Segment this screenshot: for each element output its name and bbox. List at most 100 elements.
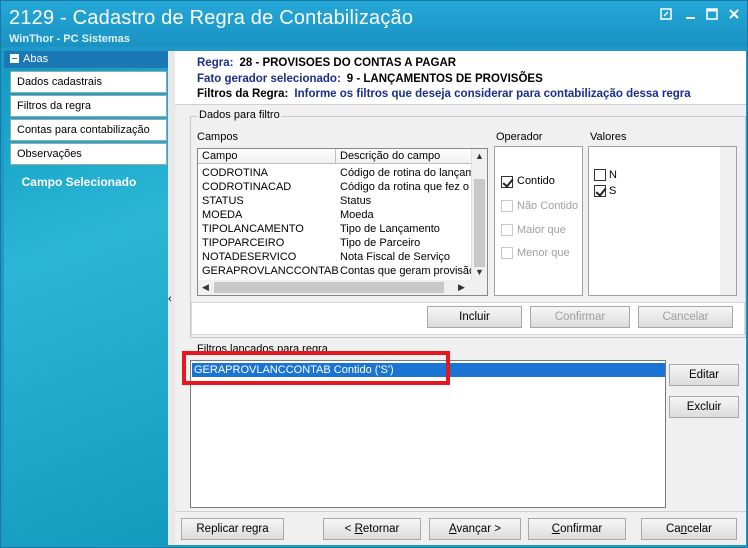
- column-header-descricao[interactable]: Descrição do campo: [336, 149, 473, 164]
- table-row[interactable]: TIPOLANCAMENTO Tipo de Lançamento: [198, 222, 472, 236]
- operator-checkbox-nao-contido[interactable]: [501, 200, 513, 212]
- minimize-icon[interactable]: [681, 7, 699, 23]
- tab-observacoes[interactable]: Observações: [10, 143, 167, 165]
- application-window: 2129 - Cadastro de Regra de Contabilizaç…: [0, 0, 748, 548]
- operator-label: Menor que: [517, 247, 570, 259]
- replicar-regra-button[interactable]: Replicar regra: [181, 518, 284, 540]
- restore-icon[interactable]: [657, 7, 675, 23]
- collapse-box-icon: [10, 54, 19, 63]
- operator-checkbox-contido[interactable]: [501, 176, 513, 188]
- highlight-annotation: [182, 351, 450, 385]
- avancar-suffix: vançar >: [456, 523, 501, 535]
- cancelar-suffix: celar: [687, 523, 713, 535]
- cell-descricao: Moeda: [340, 209, 374, 221]
- operator-checkbox-maior-que[interactable]: [501, 224, 513, 236]
- close-icon[interactable]: [725, 7, 743, 23]
- table-row[interactable]: TIPOPARCEIRO Tipo de Parceiro: [198, 236, 472, 250]
- scroll-thumb[interactable]: [474, 179, 485, 267]
- cell-campo: NOTADESERVICO: [202, 251, 297, 263]
- filtros-value: Informe os filtros que deseja considerar…: [294, 88, 691, 100]
- cell-campo: CODROTINA: [202, 167, 268, 179]
- value-label: S: [609, 185, 617, 197]
- regra-label: Regra:: [197, 57, 234, 69]
- operador-label: Operador: [496, 131, 543, 143]
- cell-descricao: Código da rotina que fez o: [340, 181, 470, 193]
- retornar-prefix: <: [344, 523, 355, 535]
- operator-label: Contido: [517, 175, 555, 187]
- table-row[interactable]: MOEDA Moeda: [198, 208, 472, 222]
- horizontal-scrollbar[interactable]: ◀ ▶: [198, 280, 487, 295]
- cell-descricao: Código de rotina do lançam: [340, 167, 472, 179]
- table-row[interactable]: STATUS Status: [198, 194, 472, 208]
- column-header-campo[interactable]: Campo: [198, 149, 336, 164]
- excluir-button[interactable]: Excluir: [669, 396, 739, 418]
- confirmar-accel: C: [551, 523, 561, 535]
- window-subtitle: WinThor - PC Sistemas: [9, 33, 130, 45]
- footer-bar: Replicar regra < Retornar Avançar > Conf…: [175, 511, 746, 545]
- scroll-down-icon[interactable]: ▼: [475, 267, 484, 277]
- cancelar-prefix: Ca: [665, 523, 681, 535]
- filtros-label: Filtros da Regra:: [197, 88, 289, 100]
- filtros-line: Filtros da Regra: Informe os filtros que …: [197, 88, 691, 100]
- table-row[interactable]: NOTADESERVICO Nota Fiscal de Serviço: [198, 250, 472, 264]
- cell-descricao: Tipo de Lançamento: [340, 223, 440, 235]
- fato-value: 9 - LANÇAMENTOS DE PROVISÕES: [346, 73, 543, 85]
- tab-label: Contas para contabilização: [17, 124, 150, 136]
- maximize-icon[interactable]: [703, 7, 721, 23]
- abas-header-label: Abas: [23, 53, 49, 65]
- cell-descricao: Status: [340, 195, 372, 207]
- valores-label: Valores: [590, 131, 627, 143]
- table-row[interactable]: CODROTINACAD Código da rotina que fez o: [198, 180, 472, 194]
- avancar-button[interactable]: Avançar >: [429, 518, 521, 540]
- cancelar-filter-button[interactable]: Cancelar: [638, 306, 733, 328]
- collapse-arrow-icon[interactable]: ‹: [168, 293, 172, 305]
- confirmar-suffix: onfirmar: [560, 523, 603, 535]
- tab-label: Filtros da regra: [17, 100, 91, 112]
- scroll-thumb[interactable]: [214, 282, 444, 293]
- value-checkbox-n[interactable]: [594, 169, 606, 181]
- tab-label: Observações: [17, 148, 82, 160]
- window-title: 2129 - Cadastro de Regra de Contabilizaç…: [9, 7, 414, 29]
- table-row[interactable]: GERAPROVLANCCONTAB Contas que geram provi…: [198, 264, 472, 278]
- tab-label: Dados cadastrais: [17, 76, 102, 88]
- retornar-suffix: etornar: [362, 523, 400, 535]
- vertical-scrollbar[interactable]: ▲ ▼: [471, 149, 487, 280]
- tab-dados-cadastrais[interactable]: Dados cadastrais: [10, 71, 167, 93]
- vertical-scrollbar[interactable]: [720, 147, 736, 295]
- scroll-left-icon[interactable]: ◀: [202, 282, 209, 292]
- selected-field-label: Campo Selecionado: [21, 175, 137, 189]
- confirmar-filter-button[interactable]: Confirmar: [530, 306, 630, 328]
- cell-campo: TIPOPARCEIRO: [202, 237, 285, 249]
- abas-header[interactable]: Abas: [4, 51, 168, 68]
- cell-descricao: Tipo de Parceiro: [340, 237, 421, 249]
- title-bar: 2129 - Cadastro de Regra de Contabilizaç…: [1, 1, 747, 47]
- confirmar-button[interactable]: Confirmar: [528, 518, 626, 540]
- scroll-right-icon[interactable]: ▶: [458, 282, 465, 292]
- cell-campo: GERAPROVLANCCONTAB: [202, 265, 339, 277]
- editar-button[interactable]: Editar: [669, 364, 739, 386]
- campos-label: Campos: [197, 131, 238, 143]
- campos-grid[interactable]: Campo Descrição do campo CODROTINA Código…: [197, 148, 488, 296]
- operator-checkbox-menor-que[interactable]: [501, 247, 513, 259]
- main-panel: Regra: 28 - PROVISOES DO CONTAS A PAGAR F…: [175, 51, 746, 545]
- scroll-up-icon[interactable]: ▲: [475, 151, 484, 161]
- sidebar-splitter[interactable]: ‹: [168, 51, 175, 545]
- incluir-button[interactable]: Incluir: [427, 306, 522, 328]
- regra-value: 28 - PROVISOES DO CONTAS A PAGAR: [239, 57, 457, 69]
- cell-campo: STATUS: [202, 195, 244, 207]
- cell-descricao: Nota Fiscal de Serviço: [340, 251, 451, 263]
- tab-contas-para-contabilizacao[interactable]: Contas para contabilização: [10, 119, 167, 141]
- retornar-button[interactable]: < Retornar: [323, 518, 421, 540]
- cell-campo: MOEDA: [202, 209, 243, 221]
- regra-line: Regra: 28 - PROVISOES DO CONTAS A PAGAR: [197, 57, 456, 69]
- tab-filtros-da-regra[interactable]: Filtros da regra: [10, 95, 167, 117]
- valores-box: N S: [588, 146, 737, 296]
- cancelar-button[interactable]: Cancelar: [641, 518, 737, 540]
- retornar-accel: R: [354, 523, 363, 535]
- table-row[interactable]: CODROTINA Código de rotina do lançam: [198, 166, 472, 180]
- value-label: N: [609, 169, 617, 181]
- sidebar: Abas Dados cadastrais Filtros da regra C…: [4, 51, 168, 545]
- value-checkbox-s[interactable]: [594, 185, 606, 197]
- rule-header: Regra: 28 - PROVISOES DO CONTAS A PAGAR F…: [175, 51, 746, 105]
- operator-label: Não Contido: [517, 200, 579, 212]
